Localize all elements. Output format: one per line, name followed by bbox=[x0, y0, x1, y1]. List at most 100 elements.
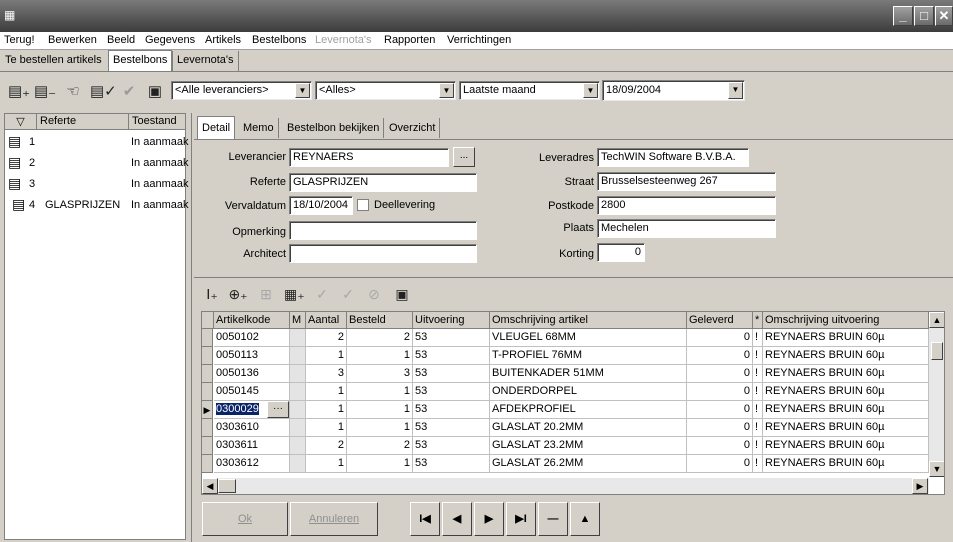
artikelkode-cell[interactable]: 0050145 bbox=[214, 383, 290, 401]
prev-record-button[interactable]: ◀ bbox=[442, 502, 472, 536]
row-indicator[interactable]: ▶ bbox=[202, 401, 213, 419]
leverancier-field[interactable]: REYNAERS bbox=[289, 148, 449, 167]
delete-order-icon[interactable]: ▤₋ bbox=[34, 82, 56, 102]
geleverd-cell[interactable]: 0 bbox=[687, 347, 753, 365]
omschrijving-uitvoering-cell[interactable]: REYNAERS BRUIN 60µ bbox=[763, 383, 929, 401]
m-cell[interactable] bbox=[290, 419, 306, 437]
minimize-button[interactable]: _ bbox=[893, 6, 913, 26]
horizontal-scrollbar[interactable]: ◀ ▶ bbox=[202, 478, 929, 494]
row-indicator[interactable] bbox=[202, 437, 213, 455]
flag-cell[interactable]: ! bbox=[753, 401, 763, 419]
besteld-cell[interactable]: 2 bbox=[347, 437, 413, 455]
add-line-icon[interactable]: Ⅰ₊ bbox=[202, 284, 222, 304]
ok-button[interactable]: Ok bbox=[202, 502, 288, 536]
last-record-button[interactable]: ▶I bbox=[506, 502, 536, 536]
toestand-header[interactable]: Toestand bbox=[129, 114, 185, 130]
omschrijving-uitvoering-cell[interactable]: REYNAERS BRUIN 60µ bbox=[763, 419, 929, 437]
row-indicator[interactable] bbox=[202, 365, 213, 383]
aantal-cell[interactable]: 1 bbox=[306, 419, 347, 437]
geleverd-cell[interactable]: 0 bbox=[687, 437, 753, 455]
geleverd-cell[interactable]: 0 bbox=[687, 419, 753, 437]
omschrijving-uitvoering-cell[interactable]: REYNAERS BRUIN 60µ bbox=[763, 329, 929, 347]
besteld-cell[interactable]: 1 bbox=[347, 401, 413, 419]
artikelkode-cell[interactable]: 0303610 bbox=[214, 419, 290, 437]
m-header[interactable]: M bbox=[290, 312, 306, 329]
new-order-icon[interactable]: ▤₊ bbox=[8, 82, 30, 102]
besteld-header[interactable]: Besteld bbox=[347, 312, 413, 329]
chevron-down-icon[interactable]: ▼ bbox=[439, 83, 454, 98]
supplier-filter-select[interactable]: <Alle leveranciers> ▼ bbox=[171, 81, 312, 100]
period-filter-select[interactable]: Laatste maand ▼ bbox=[459, 81, 600, 100]
aantal-cell[interactable]: 2 bbox=[306, 437, 347, 455]
omschrijving-uitvoering-cell[interactable]: REYNAERS BRUIN 60µ bbox=[763, 347, 929, 365]
flag-cell[interactable]: ! bbox=[753, 419, 763, 437]
postkode-field[interactable]: 2800 bbox=[597, 196, 776, 215]
m-cell[interactable] bbox=[290, 383, 306, 401]
tab-te-bestellen-artikels[interactable]: Te bestellen artikels bbox=[1, 51, 106, 71]
menu-rapporten[interactable]: Rapporten bbox=[384, 34, 435, 46]
tab-levernotas[interactable]: Levernota's bbox=[172, 51, 239, 71]
korting-field[interactable]: 0 bbox=[597, 243, 645, 262]
besteld-cell[interactable]: 1 bbox=[347, 383, 413, 401]
besteld-cell[interactable]: 3 bbox=[347, 365, 413, 383]
vertical-scrollbar[interactable]: ▲ ▼ bbox=[929, 312, 944, 477]
flag-cell[interactable]: ! bbox=[753, 437, 763, 455]
omschrijving-header[interactable]: Omschrijving artikel bbox=[490, 312, 687, 329]
uitvoering-cell[interactable]: 53 bbox=[413, 383, 490, 401]
m-cell[interactable] bbox=[290, 455, 306, 473]
referte-field[interactable]: GLASPRIJZEN bbox=[289, 173, 477, 192]
uitvoering-cell[interactable]: 53 bbox=[413, 401, 490, 419]
geleverd-header[interactable]: Geleverd bbox=[687, 312, 753, 329]
status-filter-select[interactable]: <Alles> ▼ bbox=[315, 81, 456, 100]
aantal-cell[interactable]: 2 bbox=[306, 329, 347, 347]
uitvoering-cell[interactable]: 53 bbox=[413, 419, 490, 437]
leveradres-field[interactable]: TechWIN Software B.V.B.A. bbox=[597, 148, 749, 167]
next-record-button[interactable]: ▶ bbox=[474, 502, 504, 536]
validate-icon[interactable]: ✔ bbox=[118, 82, 140, 102]
omschrijving-cell[interactable]: BUITENKADER 51MM bbox=[490, 365, 687, 383]
row-indicator[interactable] bbox=[202, 347, 213, 365]
aantal-cell[interactable]: 1 bbox=[306, 347, 347, 365]
uitvoering-cell[interactable]: 53 bbox=[413, 455, 490, 473]
flag-cell[interactable]: ! bbox=[753, 455, 763, 473]
row-indicator[interactable] bbox=[202, 383, 213, 401]
maximize-button[interactable]: □ bbox=[914, 6, 934, 26]
opmerking-field[interactable] bbox=[289, 221, 477, 240]
print-icon[interactable]: ▣ bbox=[144, 82, 166, 102]
flag-cell[interactable]: ! bbox=[753, 365, 763, 383]
vervaldatum-field[interactable]: 18/10/2004 bbox=[289, 196, 353, 215]
omschrijving-uitvoering-header[interactable]: Omschrijving uitvoering bbox=[763, 312, 929, 329]
omschrijving-cell[interactable]: GLASLAT 23.2MM bbox=[490, 437, 687, 455]
omschrijving-cell[interactable]: AFDEKPROFIEL bbox=[490, 401, 687, 419]
omschrijving-cell[interactable]: T-PROFIEL 76MM bbox=[490, 347, 687, 365]
m-cell[interactable] bbox=[290, 329, 306, 347]
besteld-cell[interactable]: 1 bbox=[347, 455, 413, 473]
omschrijving-uitvoering-cell[interactable]: REYNAERS BRUIN 60µ bbox=[763, 401, 929, 419]
tab-overzicht[interactable]: Overzicht bbox=[385, 118, 441, 138]
row-indicator[interactable] bbox=[202, 419, 213, 437]
artikelkode-cell[interactable]: 0050102 bbox=[214, 329, 290, 347]
geleverd-cell[interactable]: 0 bbox=[687, 329, 753, 347]
artikelkode-cell[interactable]: 0050136 bbox=[214, 365, 290, 383]
double-check-icon[interactable]: ✓ bbox=[338, 284, 358, 304]
cancel-circle-icon[interactable]: ⊘ bbox=[364, 284, 384, 304]
uitvoering-cell[interactable]: 53 bbox=[413, 365, 490, 383]
menu-terug[interactable]: Terug! bbox=[4, 34, 35, 46]
tab-memo[interactable]: Memo bbox=[239, 118, 279, 138]
artikelkode-cell[interactable]: 0300029 ··· bbox=[214, 401, 290, 419]
plaats-field[interactable]: Mechelen bbox=[597, 219, 776, 238]
uitvoering-cell[interactable]: 53 bbox=[413, 329, 490, 347]
scroll-thumb[interactable] bbox=[931, 342, 943, 360]
chevron-down-icon[interactable]: ▼ bbox=[728, 82, 743, 99]
row-indicator[interactable] bbox=[202, 329, 213, 347]
omschrijving-cell[interactable]: GLASLAT 26.2MM bbox=[490, 455, 687, 473]
annuleren-button[interactable]: Annuleren bbox=[290, 502, 378, 536]
flag-cell[interactable]: ! bbox=[753, 383, 763, 401]
geleverd-cell[interactable]: 0 bbox=[687, 401, 753, 419]
list-item[interactable]: ▤ 4 GLASPRIJZEN In aanmaak bbox=[5, 195, 188, 216]
m-cell[interactable] bbox=[290, 365, 306, 383]
list-item[interactable]: ▤ 1 In aanmaak bbox=[5, 132, 188, 153]
uitvoering-cell[interactable]: 53 bbox=[413, 347, 490, 365]
m-cell[interactable] bbox=[290, 347, 306, 365]
close-button[interactable]: ✕ bbox=[935, 6, 953, 26]
